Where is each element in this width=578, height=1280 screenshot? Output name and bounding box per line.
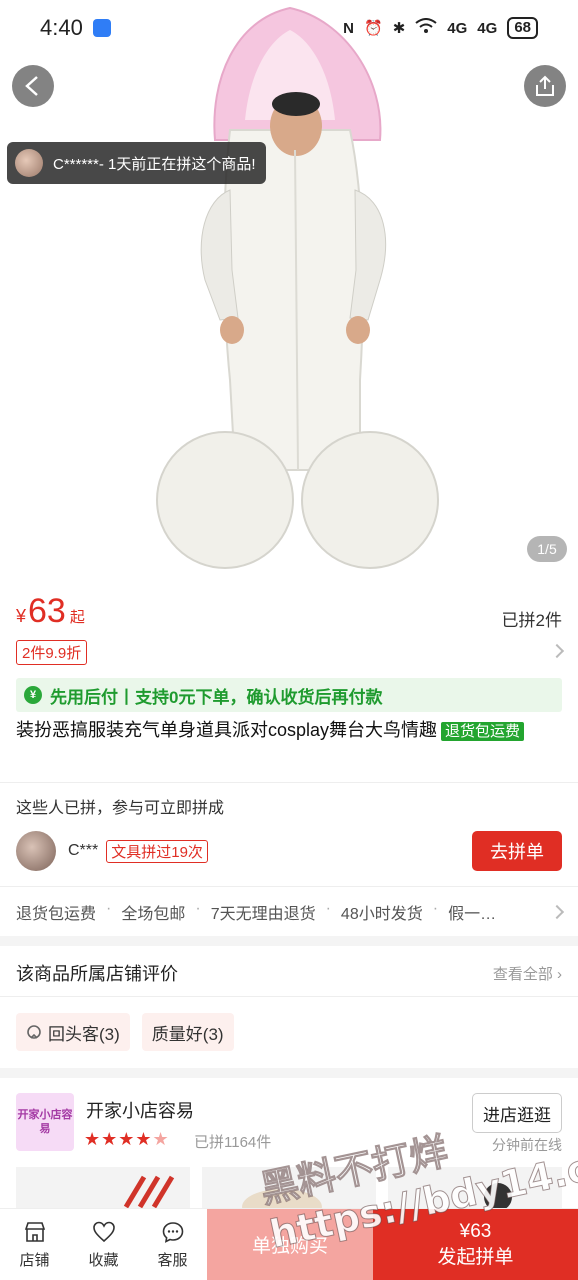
group-buy-toast: C******- 1天前正在拼这个商品! bbox=[7, 142, 266, 184]
group-hint: 这些人已拼，参与可立即拼成 bbox=[16, 800, 225, 817]
review-heading: 该商品所属店铺评价 bbox=[16, 964, 178, 984]
return-badge: 退货包运费 bbox=[441, 722, 525, 741]
currency-symbol: ¥ bbox=[16, 606, 27, 626]
store-nav-button[interactable]: 店铺 bbox=[0, 1209, 69, 1280]
group-row: C*** 文具拼过19次 去拼单 bbox=[16, 830, 562, 872]
wifi-icon bbox=[415, 18, 437, 38]
group-user-name: C*** bbox=[68, 842, 99, 859]
customer-service-label: 客服 bbox=[157, 1252, 188, 1269]
customer-service-button[interactable]: 客服 bbox=[138, 1209, 207, 1280]
separator: · bbox=[195, 900, 201, 917]
app-notification-icon bbox=[92, 19, 111, 37]
group-user-tag: 文具拼过19次 bbox=[106, 839, 208, 863]
status-bar: 4:40 N ⏰ ✱ 4G 4G 68 bbox=[0, 0, 578, 56]
separator: · bbox=[106, 900, 112, 917]
chevron-right-icon[interactable] bbox=[549, 643, 565, 659]
separator: · bbox=[432, 900, 439, 917]
shop-rating-stars: ★★★★★ bbox=[84, 1129, 170, 1149]
chat-icon bbox=[160, 1219, 186, 1245]
product-photo bbox=[156, 6, 439, 569]
price-row: ¥ 63 起 已拼2件 bbox=[16, 590, 562, 634]
price: ¥ 63 起 bbox=[16, 592, 85, 631]
review-tag-label: 质量好(3) bbox=[151, 1024, 224, 1044]
shop-sold-count: 已拼1164件 bbox=[194, 1134, 272, 1151]
status-time-group: 4:40 bbox=[40, 15, 111, 41]
view-all-reviews-link[interactable]: 查看全部 › bbox=[493, 963, 562, 984]
service-guarantees[interactable]: 退货包运费 · 全场包邮 · 7天无理由退货 · 48小时发货 · 假一… bbox=[16, 900, 546, 924]
clock: 4:40 bbox=[40, 15, 83, 40]
repeat-customer-icon bbox=[27, 1025, 41, 1039]
thumbnail-image bbox=[123, 1175, 175, 1209]
review-tag[interactable]: 回头客(3) bbox=[16, 1013, 130, 1051]
bluetooth-icon: ✱ bbox=[392, 20, 406, 37]
divider bbox=[0, 886, 578, 887]
join-group-button[interactable]: 去拼单 bbox=[472, 831, 562, 871]
product-image-gallery[interactable]: 4:40 N ⏰ ✱ 4G 4G 68 C******- 1天前正在拼这个商品!… bbox=[0, 0, 578, 578]
service-item: 退货包运费 bbox=[16, 906, 97, 923]
status-indicators: N ⏰ ✱ 4G 4G 68 bbox=[343, 17, 538, 39]
review-tags: 回头客(3) 质量好(3) bbox=[16, 1013, 234, 1051]
signal-icon-2: 4G bbox=[477, 19, 498, 37]
view-all-label: 查看全部 bbox=[492, 966, 553, 983]
review-tag-label: 回头客(3) bbox=[48, 1024, 120, 1044]
divider bbox=[0, 996, 578, 997]
pay-later-banner[interactable]: ¥ 先用后付丨支持0元下单，确认收货后再付款 bbox=[16, 678, 562, 712]
back-button[interactable] bbox=[12, 65, 54, 107]
nfc-icon: N bbox=[343, 19, 355, 37]
alarm-icon: ⏰ bbox=[364, 20, 383, 37]
separator: · bbox=[325, 900, 331, 917]
price-suffix: 起 bbox=[69, 609, 85, 626]
shop-logo: 开家小店容易 bbox=[16, 1093, 74, 1151]
discount-tag[interactable]: 2件9.9折 bbox=[16, 640, 88, 665]
pay-later-icon: ¥ bbox=[24, 686, 42, 704]
shop-name: 开家小店容易 bbox=[86, 1101, 194, 1121]
signal-icon: 4G bbox=[447, 19, 468, 37]
chevron-right-icon[interactable] bbox=[549, 904, 565, 920]
review-tag[interactable]: 质量好(3) bbox=[141, 1013, 234, 1051]
pay-later-text: 先用后付丨支持0元下单，确认收货后再付款 bbox=[50, 687, 383, 707]
avatar bbox=[16, 831, 56, 871]
heart-icon bbox=[91, 1219, 117, 1245]
service-item: 48小时发货 bbox=[340, 906, 423, 923]
avatar bbox=[15, 149, 43, 177]
group-buy-price: ¥63 bbox=[459, 1220, 492, 1242]
share-button[interactable] bbox=[524, 65, 566, 107]
share-icon bbox=[536, 75, 554, 96]
service-item: 假一… bbox=[448, 906, 497, 923]
divider bbox=[0, 782, 578, 783]
service-item: 全场包邮 bbox=[121, 906, 186, 923]
price-amount: 63 bbox=[28, 592, 66, 630]
section-divider bbox=[0, 1068, 578, 1078]
section-divider bbox=[0, 936, 578, 946]
battery-icon: 68 bbox=[507, 17, 538, 39]
product-thumbnail[interactable] bbox=[16, 1167, 190, 1212]
group-buy-label: 发起拼单 bbox=[437, 1246, 514, 1268]
sold-count: 已拼2件 bbox=[501, 611, 562, 630]
product-title: 装扮恶搞服装充气单身道具派对cosplay舞台大鸟情趣 退货包运费 bbox=[16, 716, 556, 746]
store-label: 店铺 bbox=[19, 1252, 50, 1269]
chevron-left-icon bbox=[25, 76, 38, 96]
service-item: 7天无理由退货 bbox=[210, 906, 316, 923]
gallery-page-indicator: 1/5 bbox=[527, 536, 567, 562]
favorite-label: 收藏 bbox=[88, 1252, 119, 1269]
toast-text: C******- 1天前正在拼这个商品! bbox=[53, 155, 256, 173]
store-icon bbox=[22, 1219, 48, 1245]
favorite-button[interactable]: 收藏 bbox=[69, 1209, 138, 1280]
product-title-text: 装扮恶搞服装充气单身道具派对cosplay舞台大鸟情趣 bbox=[16, 720, 438, 740]
